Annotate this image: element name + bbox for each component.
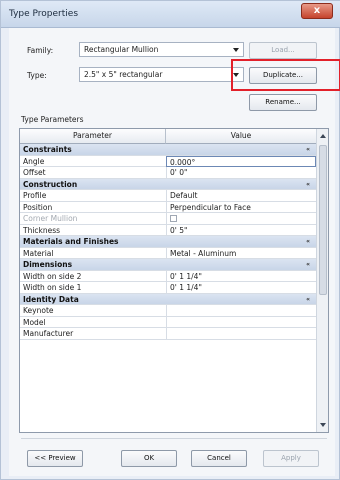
parameter-row: Material Metal - Aluminum [20, 247, 316, 259]
duplicate-highlight-box [231, 59, 340, 91]
type-value: 2.5" x 5" rectangular [84, 70, 163, 79]
parameter-name: Manufacturer [23, 329, 74, 338]
parameter-row: Offset 0' 0" [20, 167, 316, 179]
type-parameters-grid: Parameter Value Constraints «Angle 0.000° O… [19, 128, 329, 433]
corner-mullion-checkbox[interactable] [170, 215, 177, 222]
parameter-row: Width on side 2 0' 1 1/4" [20, 270, 316, 282]
group-header-row[interactable]: Dimensions « [20, 259, 316, 271]
parameter-value[interactable]: 0' 5" [166, 224, 316, 236]
ok-button[interactable]: OK [121, 450, 177, 467]
grid-scrollbar[interactable] [316, 129, 328, 432]
scrollbar-thumb[interactable] [319, 145, 327, 295]
parameter-value[interactable]: Metal - Aluminum [166, 247, 316, 259]
load-button[interactable]: Load... [249, 42, 317, 59]
column-header-parameter[interactable]: Parameter [20, 129, 166, 144]
parameter-value-cell[interactable] [166, 213, 316, 224]
parameter-row: Keynote [20, 305, 316, 317]
parameter-row: Width on side 1 0' 1 1/4" [20, 282, 316, 294]
parameter-value[interactable]: 0.000° [166, 155, 316, 167]
parameter-name: Width on side 2 [23, 271, 82, 281]
footer-divider [21, 438, 327, 439]
parameter-row: Thickness 0' 5" [20, 224, 316, 236]
preview-button[interactable]: << Preview [27, 450, 83, 467]
parameter-value[interactable]: 0' 1 1/4" [166, 282, 316, 293]
rename-button[interactable]: Rename... [249, 94, 317, 111]
group-header-row[interactable]: Materials and Finishes « [20, 236, 316, 248]
family-dropdown[interactable]: Rectangular Mullion [79, 42, 244, 57]
parameter-name: Angle [23, 156, 45, 166]
collapse-icon[interactable]: « [306, 296, 310, 303]
type-label: Type: [27, 71, 47, 80]
family-value: Rectangular Mullion [84, 45, 159, 54]
group-header-label: Construction [23, 179, 78, 189]
parameter-value[interactable] [166, 328, 316, 339]
group-header-label: Materials and Finishes [23, 237, 119, 246]
column-header-value[interactable]: Value [166, 129, 316, 144]
type-dropdown[interactable]: 2.5" x 5" rectangular [79, 67, 244, 82]
parameter-value[interactable]: Perpendicular to Face [166, 201, 316, 213]
close-icon: x [313, 5, 321, 16]
group-header-label: Identity Data [23, 294, 79, 304]
parameter-name: Profile [23, 191, 47, 200]
parameter-rows: Constraints «Angle 0.000° Offset 0' 0" Constr… [20, 144, 316, 340]
parameter-name: Thickness [23, 225, 61, 235]
type-properties-dialog: Type Properties x Family: Rectangular Mu… [0, 0, 340, 480]
parameter-row: Position Perpendicular to Face [20, 201, 316, 213]
parameter-name: Corner Mullion [23, 214, 78, 223]
parameter-value[interactable] [166, 316, 316, 328]
cancel-button[interactable]: Cancel [191, 450, 247, 467]
family-label: Family: [27, 46, 54, 55]
parameter-name: Keynote [23, 306, 54, 315]
group-header-label: Dimensions [23, 260, 73, 269]
apply-button[interactable]: Apply [263, 450, 319, 467]
parameter-row: Model [20, 316, 316, 328]
parameter-value[interactable]: 0' 1 1/4" [166, 270, 316, 282]
parameter-row: Angle 0.000° [20, 155, 316, 167]
parameter-value[interactable]: 0' 0" [166, 167, 316, 178]
parameter-name: Model [23, 317, 46, 327]
collapse-icon[interactable]: « [306, 261, 310, 268]
close-button[interactable]: x [301, 3, 333, 19]
group-header-row[interactable]: Constraints « [20, 144, 316, 156]
chevron-down-icon [233, 48, 239, 52]
group-header-label: Constraints [23, 145, 72, 154]
parameter-name: Material [23, 248, 54, 258]
title-bar: Type Properties x [1, 1, 340, 28]
parameter-name: Offset [23, 168, 46, 177]
scroll-up-icon[interactable] [320, 134, 326, 138]
parameter-name: Width on side 1 [23, 283, 82, 292]
collapse-icon[interactable]: « [306, 238, 310, 245]
dialog-title: Type Properties [9, 9, 79, 19]
collapse-icon[interactable]: « [306, 181, 310, 188]
group-header-row[interactable]: Identity Data « [20, 293, 316, 305]
parameter-value[interactable] [166, 305, 316, 316]
collapse-icon[interactable]: « [306, 146, 310, 153]
parameter-row: Corner Mullion [20, 213, 316, 225]
parameter-value[interactable]: Default [166, 190, 316, 201]
scroll-down-icon[interactable] [320, 423, 326, 427]
parameter-name: Position [23, 202, 53, 212]
group-header-row[interactable]: Construction « [20, 178, 316, 190]
type-parameters-label: Type Parameters [21, 115, 84, 124]
parameter-row: Manufacturer [20, 328, 316, 340]
parameter-row: Profile Default [20, 190, 316, 202]
